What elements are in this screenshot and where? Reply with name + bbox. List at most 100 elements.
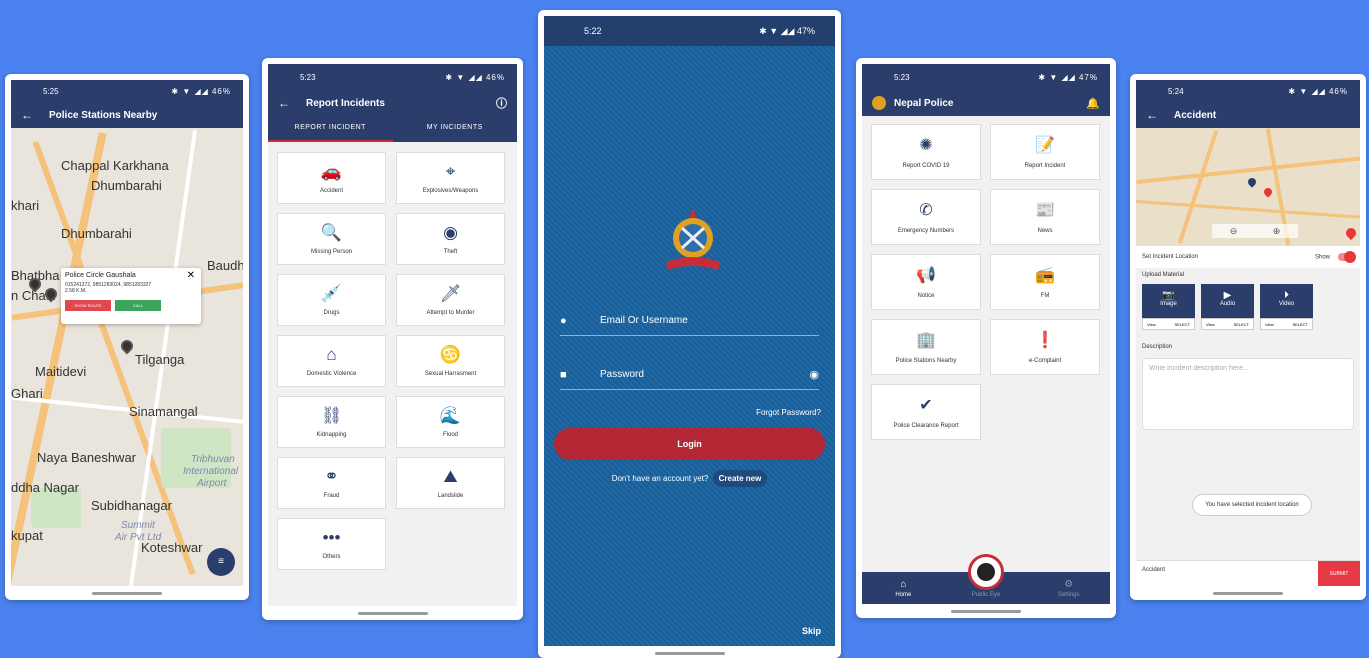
show-label: Show: [1314, 254, 1330, 261]
login-button[interactable]: Login: [554, 428, 825, 460]
map-road: [1136, 199, 1360, 220]
alert-icon: ❗: [1035, 332, 1055, 349]
home-indicator: [654, 652, 725, 655]
select-link[interactable]: SELECT: [1233, 322, 1249, 327]
show-route-button[interactable]: SHOW ROUTE: [65, 300, 111, 311]
incident-domestic-violence[interactable]: ⌂ Domestic Violence: [277, 335, 386, 387]
handcuff-icon: ⛓: [320, 406, 343, 425]
incident-flood[interactable]: 🌊 Flood: [396, 396, 505, 448]
status-time: 5:23: [894, 72, 910, 82]
media-audio-top[interactable]: ▶ Audio: [1201, 284, 1254, 318]
submit-button[interactable]: SUBMIT: [1318, 561, 1360, 586]
incident-fraud[interactable]: ⚭ Fraud: [277, 457, 386, 509]
view-link[interactable]: View: [1206, 322, 1215, 327]
camera-icon: [977, 563, 995, 581]
public-eye-button[interactable]: [968, 554, 1004, 590]
nav-home[interactable]: ⌂ Home: [862, 572, 945, 604]
select-link[interactable]: SELECT: [1292, 322, 1308, 327]
feature-notice[interactable]: 📢 Notice: [871, 254, 981, 310]
forgot-password-link[interactable]: Forgot Password?: [756, 408, 821, 417]
feature-emergency-numbers[interactable]: ✆ Emergency Numbers: [871, 189, 981, 245]
status-icons: ✱ ▼ ◢◢ 47%: [1038, 72, 1098, 82]
status-time: 5:23: [300, 72, 316, 82]
incident-kidnapping[interactable]: ⛓ Kidnapping: [277, 396, 386, 448]
view-link[interactable]: View: [1147, 322, 1156, 327]
description-field[interactable]: Write incident description here...: [1142, 358, 1354, 430]
home-indicator: [92, 592, 162, 595]
skip-button[interactable]: Skip: [802, 626, 821, 636]
list-fab-button[interactable]: ≡: [207, 548, 235, 576]
media-actions: View SELECT: [1260, 318, 1313, 330]
map-pin-icon: [1262, 186, 1274, 198]
feature-e-complaint[interactable]: ❗ e-Complaint: [990, 319, 1100, 375]
password-field[interactable]: ■ Password ◉: [560, 360, 819, 390]
zoom-out-icon[interactable]: ⊖: [1212, 224, 1255, 238]
incident-others[interactable]: ••• Others: [277, 518, 386, 570]
more-icon: •••: [322, 528, 341, 547]
incident-explosives[interactable]: ⌖ Explosives/Weapons: [396, 152, 505, 204]
incident-landslide[interactable]: ⛰ Landslide: [396, 457, 505, 509]
media-image[interactable]: 📷 Image View SELECT: [1142, 284, 1195, 330]
incident-sexual-harassment[interactable]: ♋ Sexual Harrasment: [396, 335, 505, 387]
media-video[interactable]: ⏵ Video View SELECT: [1260, 284, 1313, 330]
bell-icon[interactable]: 🔔: [1086, 97, 1100, 110]
media-audio[interactable]: ▶ Audio View SELECT: [1201, 284, 1254, 330]
handcuffs-icon: ⚭: [324, 467, 339, 486]
tab-my-incidents[interactable]: MY INCIDENTS: [393, 116, 518, 142]
zoom-in-icon[interactable]: ⊕: [1255, 224, 1298, 238]
phone-home: 5:23 ✱ ▼ ◢◢ 47% Nepal Police 🔔 ✺ Report C…: [856, 58, 1116, 618]
create-new-button[interactable]: Create new: [712, 470, 768, 487]
app-bar: ← Police Stations Nearby: [11, 102, 243, 128]
feature-clearance-report[interactable]: ✔ Police Clearance Report: [871, 384, 981, 440]
info-icon[interactable]: ⓘ: [496, 95, 507, 111]
eye-icon[interactable]: ◉: [809, 368, 819, 381]
incident-label: Domestic Violence: [306, 371, 357, 377]
back-arrow-icon[interactable]: ←: [278, 96, 290, 110]
incident-accident[interactable]: 🚗 Accident: [277, 152, 386, 204]
feature-news[interactable]: 📰 News: [990, 189, 1100, 245]
select-link[interactable]: SELECT: [1174, 322, 1190, 327]
feature-fm[interactable]: 📻 FM: [990, 254, 1100, 310]
email-placeholder: Email Or Username: [600, 315, 688, 326]
incident-type-select[interactable]: Accident: [1136, 561, 1318, 586]
back-arrow-icon[interactable]: ←: [21, 108, 33, 122]
building-icon: 🏢: [916, 332, 936, 349]
location-map[interactable]: ⊖ ⊕: [1136, 128, 1360, 246]
map-label: Airport: [197, 478, 227, 489]
incident-drugs[interactable]: 💉 Drugs: [277, 274, 386, 326]
map-label: Subidhanagar: [91, 498, 172, 513]
map[interactable]: Chappal Karkhana Dhumbarahi khari Dhumba…: [11, 128, 243, 586]
call-button[interactable]: CALL: [115, 300, 161, 311]
home-indicator: [951, 610, 1021, 613]
tab-report-incident[interactable]: REPORT INCIDENT: [268, 116, 393, 142]
nav-settings[interactable]: ⚙ Settings: [1027, 572, 1110, 604]
feature-report-covid[interactable]: ✺ Report COVID 19: [871, 124, 981, 180]
status-icons: ✱ ▼ ◢◢ 46%: [1288, 86, 1348, 96]
app-bar: ← Accident: [1136, 102, 1360, 128]
incident-attempt-murder[interactable]: 🗡 Attempt to Murder: [396, 274, 505, 326]
status-icons: ✱ ▼ ◢◢ 47%: [759, 25, 815, 36]
show-toggle[interactable]: [1338, 251, 1356, 263]
incident-theft[interactable]: ◉ Theft: [396, 213, 505, 265]
map-label: Chappal Karkhana: [61, 158, 169, 173]
status-bar: 5:25 ✱ ▼ ◢◢ 46%: [11, 80, 243, 102]
incident-label: Attempt to Murder: [426, 310, 475, 316]
zoom-controls: ⊖ ⊕: [1212, 224, 1298, 238]
login-screen: 5:22 ✱ ▼ ◢◢ 47% ● Email Or Username ■ Pa…: [544, 16, 835, 646]
incident-label: Others: [322, 554, 341, 560]
feature-police-stations[interactable]: 🏢 Police Stations Nearby: [871, 319, 981, 375]
radio-icon: 📻: [1035, 267, 1055, 284]
incident-label: Drugs: [323, 310, 340, 316]
status-time: 5:25: [43, 86, 59, 96]
view-link[interactable]: View: [1265, 322, 1274, 327]
media-image-top[interactable]: 📷 Image: [1142, 284, 1195, 318]
media-video-top[interactable]: ⏵ Video: [1260, 284, 1313, 318]
map-label: Summit: [121, 520, 155, 531]
back-arrow-icon[interactable]: ←: [1146, 108, 1158, 122]
close-icon[interactable]: ✕: [187, 270, 195, 281]
map-pin-icon[interactable]: [118, 337, 136, 355]
feature-report-incident[interactable]: 📝 Report Incident: [990, 124, 1100, 180]
map-label: kupat: [11, 528, 43, 543]
incident-missing-person[interactable]: 🔍 Missing Person: [277, 213, 386, 265]
email-field[interactable]: ● Email Or Username: [560, 306, 819, 336]
